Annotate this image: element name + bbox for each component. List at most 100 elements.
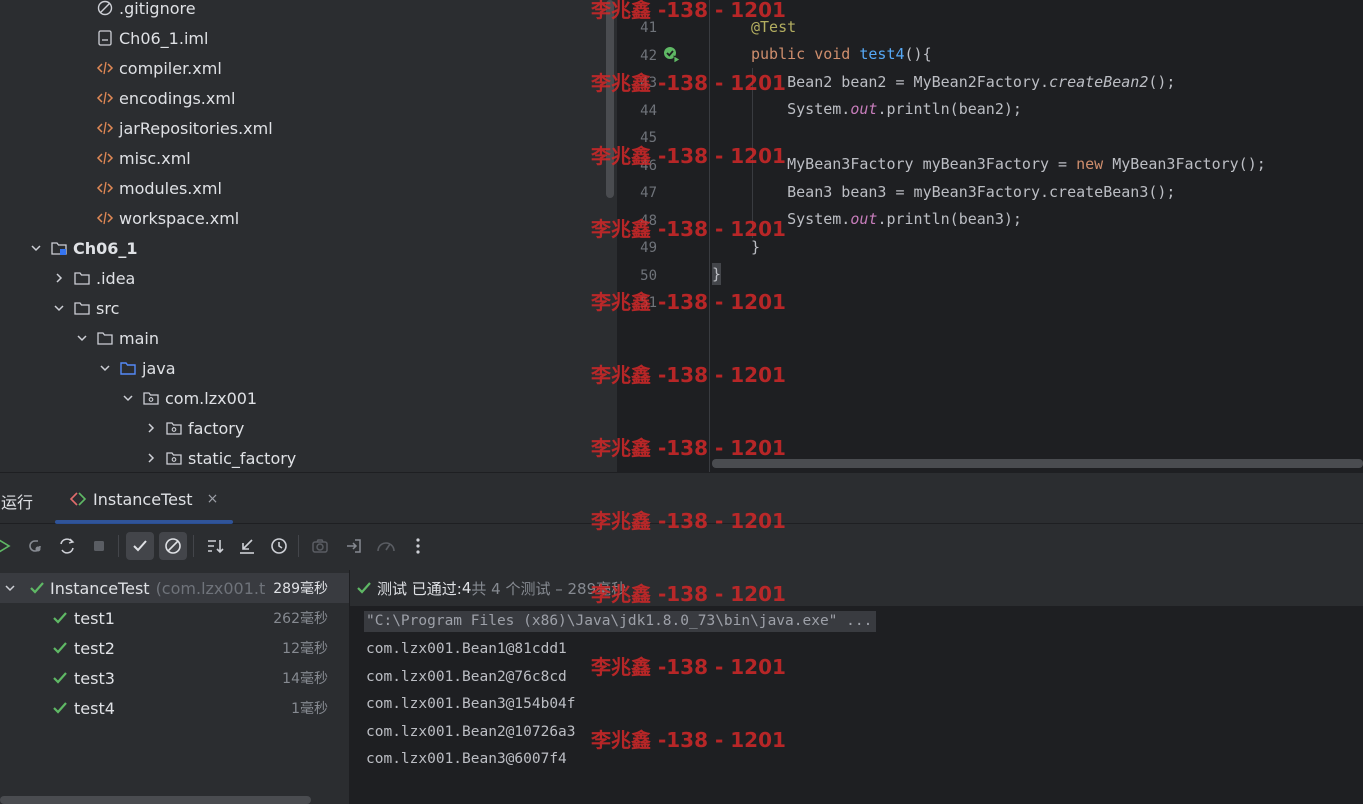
code-line-47: Bean3 bean3 = myBean3Factory.createBean3… xyxy=(751,183,1176,201)
chevron-down-icon[interactable] xyxy=(51,300,67,316)
close-tab-icon[interactable]: × xyxy=(207,491,219,507)
test-name: test1 xyxy=(74,608,115,628)
test-row-test3[interactable]: test3 14毫秒 xyxy=(0,663,349,693)
folder-icon xyxy=(73,269,91,287)
chevron-right-icon[interactable] xyxy=(51,270,67,286)
tree-item-com-lzx001[interactable]: com.lzx001 xyxy=(0,383,617,413)
tree-item-ch06-1[interactable]: Ch06_1 xyxy=(0,233,617,263)
project-tree: .gitignore Ch06_1.iml compiler.xml encoding… xyxy=(0,0,617,472)
code-line-46: MyBean3Factory myBean3Factory = new MyBe… xyxy=(751,155,1266,173)
tree-item-ch06-1-iml[interactable]: Ch06_1.iml xyxy=(0,23,617,53)
tree-item-main[interactable]: main xyxy=(0,323,617,353)
xml-file-icon xyxy=(96,59,114,77)
tree-item-modules-xml[interactable]: modules.xml xyxy=(0,173,617,203)
console-output[interactable]: 测试 已通过: 4 共 4 个测试 – 289毫秒 "C:\Program Fi… xyxy=(349,570,1363,804)
chevron-down-icon[interactable] xyxy=(74,330,90,346)
watermark-text: 李兆鑫 -138 - 1201 xyxy=(591,728,786,752)
watermark-text: 李兆鑫 -138 - 1201 xyxy=(591,509,786,533)
tree-item-workspace-xml[interactable]: workspace.xml xyxy=(0,203,617,233)
xml-file-icon xyxy=(96,119,114,137)
watermark-text: 李兆鑫 -138 - 1201 xyxy=(591,436,786,460)
tree-item-idea[interactable]: .idea xyxy=(0,263,617,293)
stop-icon[interactable] xyxy=(85,532,113,560)
console-output-line: com.lzx001.Bean3@154b04f xyxy=(366,696,576,712)
tree-item-label: src xyxy=(96,298,120,318)
collapse-all-icon[interactable] xyxy=(233,532,261,560)
check-icon xyxy=(53,702,67,714)
xml-file-icon xyxy=(96,209,114,227)
console-command-line: "C:\Program Files (x86)\Java\jdk1.8.0_73… xyxy=(364,611,877,632)
chevron-down-icon[interactable] xyxy=(4,582,16,594)
tree-item-encodings-xml[interactable]: encodings.xml xyxy=(0,83,617,113)
tab-instance-test[interactable]: InstanceTest × xyxy=(55,473,233,525)
tree-item-label: factory xyxy=(188,418,245,438)
tree-item-label: Ch06_1 xyxy=(73,238,138,258)
test-root-row[interactable]: InstanceTest (com.lzx001.te 289毫秒 xyxy=(0,573,349,603)
tree-item-gitignore[interactable]: .gitignore xyxy=(0,0,617,23)
rerun-icon[interactable] xyxy=(0,532,18,560)
test-row-test2[interactable]: test2 12毫秒 xyxy=(0,633,349,663)
chevron-right-icon[interactable] xyxy=(143,450,159,466)
xml-file-icon xyxy=(96,89,114,107)
test-root-duration: 289毫秒 xyxy=(273,581,328,597)
tests-passed-label: 测试 已通过: xyxy=(377,579,462,598)
history-icon[interactable] xyxy=(265,532,293,560)
chevron-down-icon[interactable] xyxy=(97,360,113,376)
test-name: test3 xyxy=(74,668,115,688)
run-test-gutter-icon[interactable] xyxy=(663,46,681,64)
import-tests-icon[interactable] xyxy=(340,532,368,560)
tree-item-java[interactable]: java xyxy=(0,353,617,383)
test-row-test4[interactable]: test4 1毫秒 xyxy=(0,693,349,723)
test-diff-icon xyxy=(69,492,87,506)
toggle-auto-test-icon[interactable] xyxy=(53,532,81,560)
watermark-text: 李兆鑫 -138 - 1201 xyxy=(591,290,786,314)
toolbar-separator xyxy=(298,535,299,557)
line-number: 50 xyxy=(640,267,657,284)
console-output-line: com.lzx001.Bean1@81cdd1 xyxy=(366,641,567,657)
tree-item-misc-xml[interactable]: misc.xml xyxy=(0,143,617,173)
code-line-43: Bean2 bean2 = MyBean2Factory.createBean2… xyxy=(751,73,1176,91)
watermark-text: 李兆鑫 -138 - 1201 xyxy=(591,0,786,22)
tree-item-label: workspace.xml xyxy=(119,208,240,228)
tree-item-label: modules.xml xyxy=(119,178,222,198)
active-tab-indicator xyxy=(55,520,233,524)
tree-item-jarrepositories-xml[interactable]: jarRepositories.xml xyxy=(0,113,617,143)
ignore-icon xyxy=(96,0,114,17)
rerun-failed-icon[interactable] xyxy=(21,532,49,560)
coverage-gauge-icon[interactable] xyxy=(372,532,400,560)
sort-icon[interactable] xyxy=(201,532,229,560)
test-status-bar: 测试 已通过: 4 共 4 个测试 – 289毫秒 xyxy=(350,570,1363,606)
package-icon xyxy=(142,389,160,407)
test-name: test4 xyxy=(74,698,115,718)
chevron-right-icon[interactable] xyxy=(143,420,159,436)
tree-item-label: static_factory xyxy=(188,448,297,468)
console-output-line: com.lzx001.Bean2@10726a3 xyxy=(366,723,576,740)
show-passed-icon[interactable] xyxy=(126,532,154,560)
tree-item-compiler-xml[interactable]: compiler.xml xyxy=(0,53,617,83)
code-line-48: System.out.println(bean3); xyxy=(751,210,1022,228)
tree-item-factory[interactable]: factory xyxy=(0,413,617,443)
watermark-text: 李兆鑫 -138 - 1201 xyxy=(591,217,786,241)
tree-item-label: compiler.xml xyxy=(119,58,222,78)
test-duration: 262毫秒 xyxy=(273,611,328,627)
test-row-test1[interactable]: test1 262毫秒 xyxy=(0,603,349,633)
camera-icon[interactable] xyxy=(306,532,334,560)
tree-item-label: .gitignore xyxy=(119,0,196,18)
tree-item-static-factory[interactable]: static_factory xyxy=(0,443,617,472)
chevron-down-icon[interactable] xyxy=(120,390,136,406)
show-ignored-icon[interactable] xyxy=(159,532,187,560)
chevron-down-icon[interactable] xyxy=(28,240,44,256)
check-icon xyxy=(30,582,44,594)
test-duration: 1毫秒 xyxy=(291,701,328,717)
test-results-tree: InstanceTest (com.lzx001.te 289毫秒 test1 2… xyxy=(0,570,349,804)
editor-horizontal-scrollbar[interactable] xyxy=(712,459,1363,468)
watermark-text: 李兆鑫 -138 - 1201 xyxy=(591,363,786,387)
tree-item-src[interactable]: src xyxy=(0,293,617,323)
more-options-icon[interactable] xyxy=(404,532,432,560)
tree-item-label: .idea xyxy=(96,268,136,288)
test-tree-scrollbar[interactable] xyxy=(0,796,311,804)
console-output-line: com.lzx001.Bean3@6007f4 xyxy=(366,751,567,767)
line-number: 44 xyxy=(640,102,657,119)
